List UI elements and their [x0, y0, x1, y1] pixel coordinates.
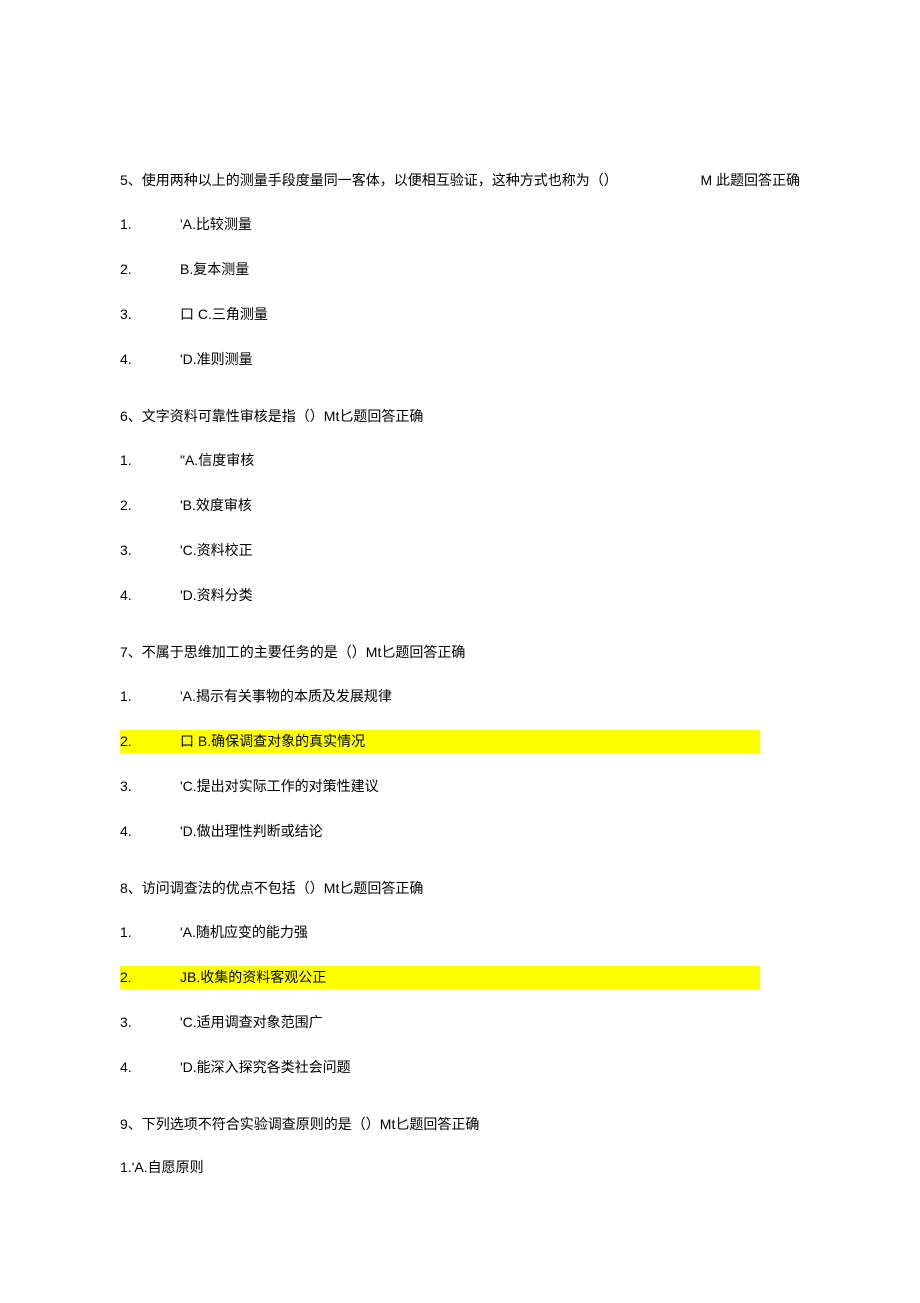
option-number: 2. [120, 967, 180, 988]
q7-option-2-highlighted: 2. 口 B.确保调查对象的真实情况 [120, 730, 760, 753]
question-5-header: 5、使用两种以上的测量手段度量同一客体，以便相互验证，这种方式也称为（） M 此… [120, 170, 800, 191]
option-text: 'A.随机应变的能力强 [180, 922, 308, 943]
q6-option-4: 4. 'D.资料分类 [120, 584, 800, 607]
option-number: 1. [120, 214, 180, 235]
option-number: 4. [120, 821, 180, 842]
q5-option-2: 2. B.复本测量 [120, 258, 800, 281]
option-number: 1. [120, 922, 180, 943]
q7-option-4: 4. 'D.做出理性判断或结论 [120, 820, 800, 843]
option-text: B.复本测量 [180, 259, 249, 280]
option-text: "A.信度审核 [180, 450, 254, 471]
option-text: 'B.效度审核 [180, 495, 252, 516]
q8-option-3: 3. 'C.适用调查对象范围广 [120, 1011, 800, 1034]
option-number: 1. [120, 686, 180, 707]
option-number: 3. [120, 304, 180, 325]
question-8-header: 8、访问调查法的优点不包括（）Mt匕题回答正确 [120, 878, 800, 899]
option-number: 3. [120, 1012, 180, 1033]
question-9-text: 9、下列选项不符合实验调查原则的是（）Mt匕题回答正确 [120, 1116, 479, 1132]
option-number: 1. [120, 450, 180, 471]
option-number: 4. [120, 349, 180, 370]
q7-option-3: 3. 'C.提出对实际工作的对策性建议 [120, 775, 800, 798]
q5-option-1: 1. 'A.比较测量 [120, 213, 800, 236]
option-text: 'A.比较测量 [180, 214, 252, 235]
option-text: 口 C.三角测量 [180, 304, 268, 325]
question-5-feedback: M 此题回答正确 [700, 170, 800, 191]
q6-option-2: 2. 'B.效度审核 [120, 494, 800, 517]
option-number: 4. [120, 1057, 180, 1078]
option-text: 'A.揭示有关事物的本质及发展规律 [180, 686, 392, 707]
q8-option-1: 1. 'A.随机应变的能力强 [120, 921, 800, 944]
q6-option-1: 1. "A.信度审核 [120, 449, 800, 472]
option-text: JB.收集的资料客观公正 [180, 967, 326, 988]
q9-option-1: 1.'A.自愿原则 [120, 1157, 800, 1178]
q8-option-4: 4. 'D.能深入探究各类社会问题 [120, 1056, 800, 1079]
option-number: 3. [120, 540, 180, 561]
q5-option-4: 4. 'D.准则测量 [120, 348, 800, 371]
question-7-header: 7、不属于思维加工的主要任务的是（）Mt匕题回答正确 [120, 642, 800, 663]
option-text: 'C.资料校正 [180, 540, 253, 561]
option-text: 'C.适用调查对象范围广 [180, 1012, 323, 1033]
option-text: 'C.提出对实际工作的对策性建议 [180, 776, 379, 797]
q6-option-3: 3. 'C.资料校正 [120, 539, 800, 562]
question-9-header: 9、下列选项不符合实验调查原则的是（）Mt匕题回答正确 [120, 1114, 800, 1135]
q5-option-3: 3. 口 C.三角测量 [120, 303, 800, 326]
option-text: 'D.资料分类 [180, 585, 253, 606]
option-text: 1.'A.自愿原则 [120, 1159, 204, 1175]
option-number: 2. [120, 259, 180, 280]
option-number: 2. [120, 731, 180, 752]
option-text: 'D.做出理性判断或结论 [180, 821, 323, 842]
option-text: 'D.能深入探究各类社会问题 [180, 1057, 351, 1078]
question-8-text: 8、访问调查法的优点不包括（）Mt匕题回答正确 [120, 880, 423, 896]
question-6-header: 6、文字资料可靠性审核是指（）Mt匕题回答正确 [120, 406, 800, 427]
q8-option-2-highlighted: 2. JB.收集的资料客观公正 [120, 966, 760, 989]
option-text: 口 B.确保调查对象的真实情况 [180, 731, 365, 752]
question-7-text: 7、不属于思维加工的主要任务的是（）Mt匕题回答正确 [120, 644, 465, 660]
q7-option-1: 1. 'A.揭示有关事物的本质及发展规律 [120, 685, 800, 708]
question-6-text: 6、文字资料可靠性审核是指（）Mt匕题回答正确 [120, 408, 423, 424]
option-text: 'D.准则测量 [180, 349, 253, 370]
option-number: 2. [120, 495, 180, 516]
question-5-text: 5、使用两种以上的测量手段度量同一客体，以便相互验证，这种方式也称为（） [120, 170, 618, 191]
option-number: 4. [120, 585, 180, 606]
option-number: 3. [120, 776, 180, 797]
